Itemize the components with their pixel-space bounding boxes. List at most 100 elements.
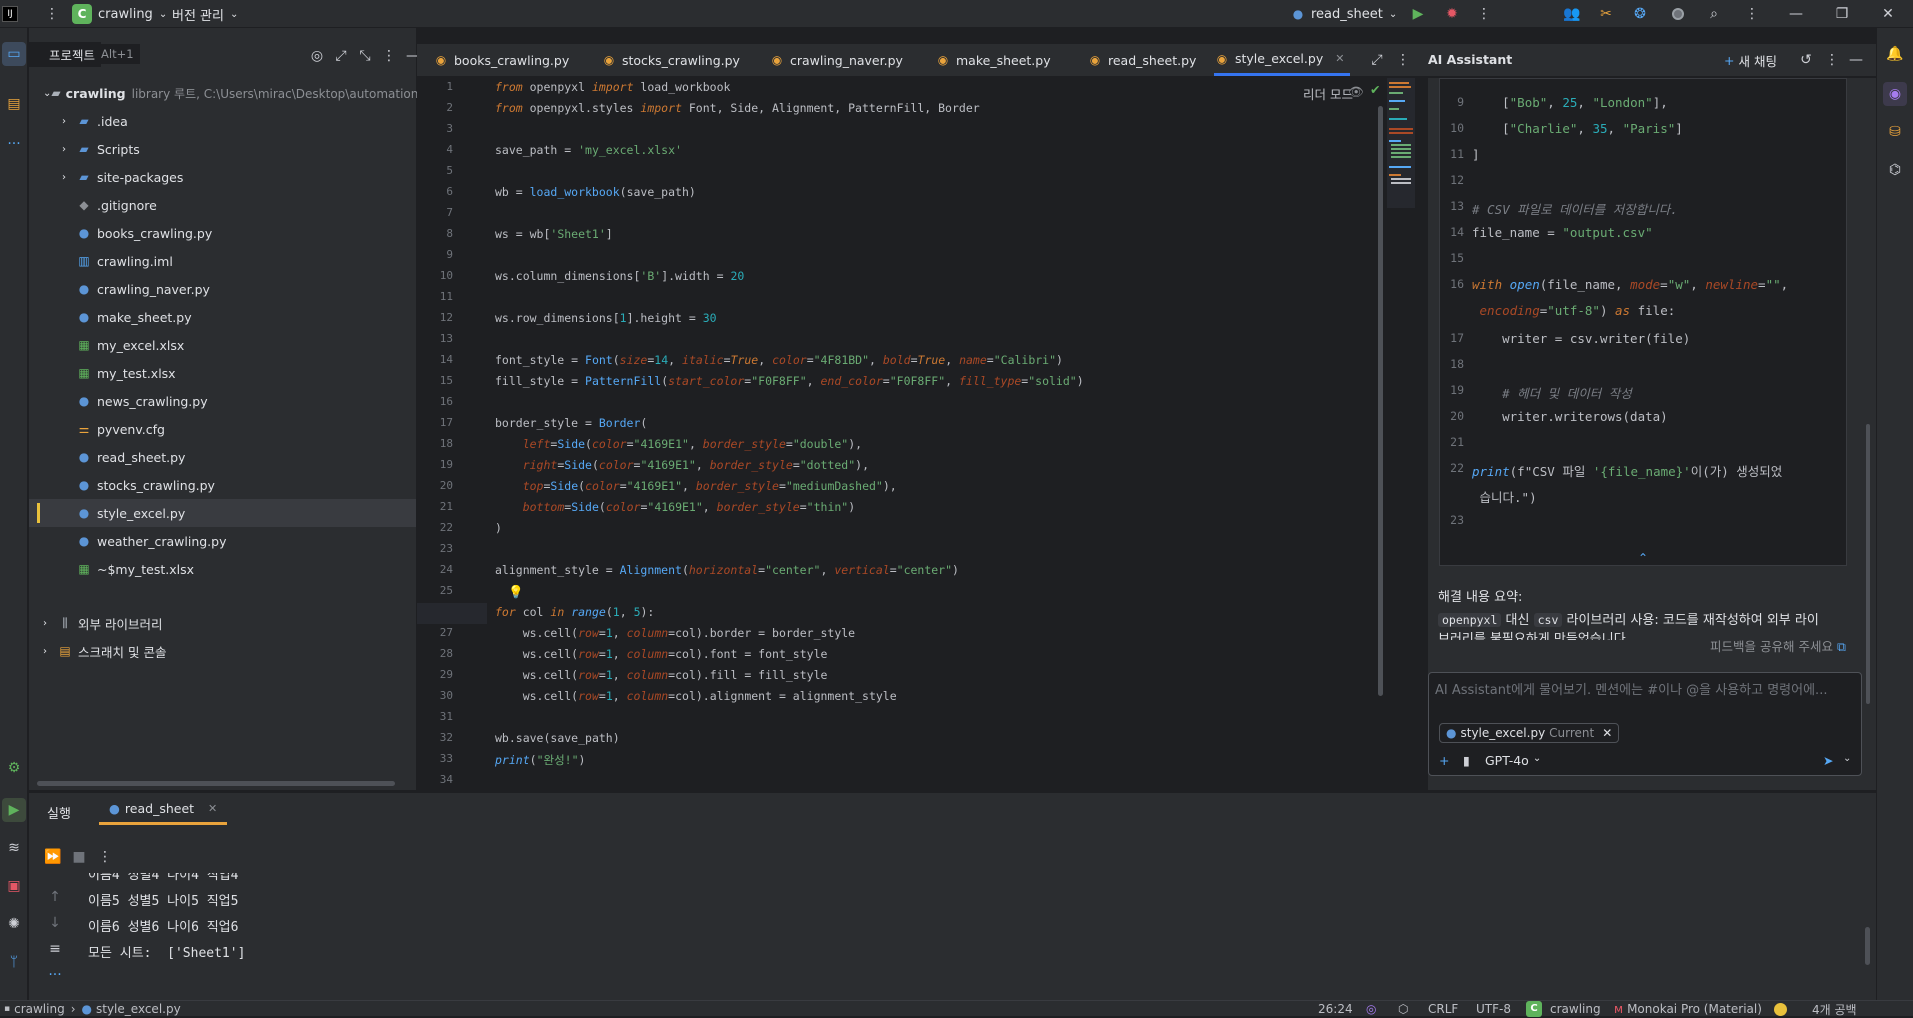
soft-wrap-icon[interactable]: ≡ xyxy=(43,937,67,961)
breadcrumb-file[interactable]: style_excel.py xyxy=(96,1002,181,1016)
run-tab[interactable]: ● read_sheet ✕ xyxy=(99,795,228,825)
code-line[interactable]: font_style = Font(size=14, italic=True, … xyxy=(495,353,1063,367)
settings-icon[interactable] xyxy=(1666,2,1690,26)
tree-item[interactable]: › ▰ site-packages xyxy=(29,163,416,191)
tree-item[interactable]: ▦ my_test.xlsx xyxy=(29,359,416,387)
chevron-up-icon[interactable]: ⌃ xyxy=(1638,551,1648,565)
status-indicator-icon[interactable] xyxy=(1774,1001,1787,1017)
code-line[interactable]: wb = load_workbook(save_path) xyxy=(495,185,696,199)
editor-tab[interactable]: ◉ stocks_crawling.py xyxy=(601,44,752,76)
minimize-icon[interactable]: — xyxy=(1784,2,1808,26)
scroll-up-icon[interactable]: ↑ xyxy=(43,885,67,909)
vcs-menu[interactable]: 버전 관리 ⌄ xyxy=(172,0,238,28)
python-packages-icon[interactable]: ⌬ xyxy=(1883,158,1907,182)
tree-item[interactable]: › ▰ .idea xyxy=(29,107,416,135)
history-icon[interactable]: ↺ xyxy=(1794,48,1818,72)
send-icon[interactable]: ➤ xyxy=(1823,753,1833,768)
run-options-icon[interactable]: ⋮ xyxy=(93,845,117,869)
code-line[interactable]: left=Side(color="4169E1", border_style="… xyxy=(495,437,862,451)
run-scrollbar[interactable] xyxy=(1865,927,1870,965)
breadcrumb[interactable]: ▪ crawling › ● style_excel.py xyxy=(4,1001,181,1017)
editor-vertical-scrollbar[interactable] xyxy=(1378,106,1383,696)
code-line[interactable]: for col in range(1, 5): xyxy=(495,605,654,619)
editor-tab[interactable]: ◉ read_sheet.py xyxy=(1087,44,1208,76)
code-line[interactable]: save_path = 'my_excel.xlsx' xyxy=(495,143,682,157)
interpreter-selector[interactable]: C crawling xyxy=(1526,1001,1601,1017)
notifications-icon[interactable]: 🔔 xyxy=(1883,42,1907,66)
tree-item[interactable]: ● style_excel.py xyxy=(29,499,416,527)
editor-tab[interactable]: ◉ make_sheet.py xyxy=(935,44,1063,76)
tree-item[interactable]: ▦ my_excel.xlsx xyxy=(29,331,416,359)
database-icon[interactable]: ⛁ xyxy=(1883,120,1907,144)
code-line[interactable]: top=Side(color="4169E1", border_style="m… xyxy=(495,479,897,493)
model-selector[interactable]: GPT-4o ⌄ xyxy=(1485,753,1541,768)
app-logo-icon[interactable]: IJ xyxy=(2,0,22,28)
search-icon[interactable]: ⌕ xyxy=(1702,2,1726,26)
tree-root[interactable]: ⌄ ▰ crawling library 루트, C:\Users\mirac\… xyxy=(29,79,448,107)
code-line[interactable]: right=Side(color="4169E1", border_style=… xyxy=(495,458,869,472)
line-separator[interactable]: CRLF xyxy=(1428,1001,1458,1017)
code-line[interactable]: border_style = Border( xyxy=(495,416,647,430)
panel-options-icon[interactable]: ⋮ xyxy=(377,44,401,68)
tree-scratches[interactable]: › ▤ 스크래치 및 콘솔 xyxy=(29,637,416,665)
more-run-icon[interactable]: ··· xyxy=(43,963,67,987)
tree-item[interactable]: ▦ ~$my_test.xlsx xyxy=(29,555,416,583)
new-chat-button[interactable]: + 새 채팅 xyxy=(1724,51,1777,70)
more-actions-icon[interactable]: ⋮ xyxy=(1472,2,1496,26)
editor-tab[interactable]: ◉ style_excel.py ✕ xyxy=(1214,44,1351,76)
code-line[interactable]: from openpyxl.styles import Font, Side, … xyxy=(495,101,980,115)
more-tools-icon[interactable]: ··· xyxy=(2,132,26,156)
project-switcher[interactable]: C crawling ⌄ xyxy=(72,0,167,28)
project-panel-title[interactable]: 프로젝트 xyxy=(29,41,102,67)
ai-options-icon[interactable]: ⋮ xyxy=(1820,48,1844,72)
horizontal-scrollbar[interactable] xyxy=(37,781,395,786)
restore-icon[interactable]: ❐ xyxy=(1830,2,1854,26)
code-line[interactable]: ws.row_dimensions[1].height = 30 xyxy=(495,311,717,325)
locate-file-icon[interactable]: ◎ xyxy=(305,44,329,68)
run-icon[interactable]: ▶ xyxy=(1406,2,1430,26)
main-menu-icon[interactable]: ⋮ xyxy=(40,2,64,26)
breadcrumb-root[interactable]: crawling xyxy=(14,1002,65,1016)
tree-item[interactable]: ● stocks_crawling.py xyxy=(29,471,416,499)
readonly-lock-icon[interactable]: ⬡ xyxy=(1398,1001,1408,1017)
chat-input-box[interactable]: AI Assistant에게 물어보기. 멘션에는 #이나 @을 사용하고 명령… xyxy=(1428,672,1862,776)
run-panel-title[interactable]: 실행 xyxy=(47,803,71,822)
git-icon[interactable]: ᛘ xyxy=(2,950,26,974)
code-line[interactable]: wb.save(save_path) xyxy=(495,731,620,745)
ai-assistant-icon[interactable]: ❂ xyxy=(1628,2,1652,26)
tree-item[interactable]: ● books_crawling.py xyxy=(29,219,416,247)
tree-item[interactable]: ● weather_crawling.py xyxy=(29,527,416,555)
code-line[interactable]: fill_style = PatternFill(start_color="F0… xyxy=(495,374,1084,388)
code-line[interactable]: from openpyxl import load_workbook xyxy=(495,80,730,94)
code-line[interactable]: ) xyxy=(495,521,502,535)
close-icon[interactable]: ✕ xyxy=(1335,52,1344,65)
hide-ai-panel-icon[interactable]: — xyxy=(1844,48,1868,72)
tree-item[interactable]: ▥ crawling.iml xyxy=(29,247,416,275)
layers-icon[interactable]: ≋ xyxy=(2,836,26,860)
indent-setting[interactable]: 4개 공백 xyxy=(1812,1001,1857,1017)
prompt-library-icon[interactable]: ▮ xyxy=(1463,753,1470,768)
send-options-icon[interactable]: ⌄ xyxy=(1843,753,1851,764)
services-gear-icon[interactable]: ⚙ xyxy=(2,756,26,780)
run-tool-icon[interactable]: ▶ xyxy=(2,798,26,822)
run-config-selector[interactable]: ● read_sheet ⌄ xyxy=(1290,0,1398,28)
split-editor-icon[interactable]: ⤢ xyxy=(1365,48,1389,72)
tree-item[interactable]: ⚌ pyvenv.cfg xyxy=(29,415,416,443)
more-icon[interactable]: ⋮ xyxy=(1740,2,1764,26)
code-editor[interactable]: from openpyxl import load_workbookfrom o… xyxy=(487,78,1383,788)
tab-options-icon[interactable]: ⋮ xyxy=(1391,48,1415,72)
scroll-down-icon[interactable]: ↓ xyxy=(43,911,67,935)
problems-icon[interactable]: ✺ xyxy=(2,912,26,936)
inlay-hints-icon[interactable]: 👁 xyxy=(1348,84,1364,100)
file-encoding[interactable]: UTF-8 xyxy=(1476,1001,1511,1017)
ai-scrollbar[interactable] xyxy=(1866,424,1870,704)
tree-item[interactable]: ◆ .gitignore xyxy=(29,191,416,219)
collapse-all-icon[interactable]: ⤡ xyxy=(353,44,377,68)
add-context-icon[interactable]: + xyxy=(1439,753,1449,768)
close-icon[interactable]: ✕ xyxy=(208,802,217,815)
code-line[interactable]: bottom=Side(color="4169E1", border_style… xyxy=(495,500,855,514)
expand-all-icon[interactable]: ⤢ xyxy=(329,44,353,68)
code-line[interactable]: print("완성!") xyxy=(495,752,585,768)
tree-item[interactable]: ● read_sheet.py xyxy=(29,443,416,471)
context-file-chip[interactable]: ● style_excel.py Current ✕ xyxy=(1439,723,1620,743)
